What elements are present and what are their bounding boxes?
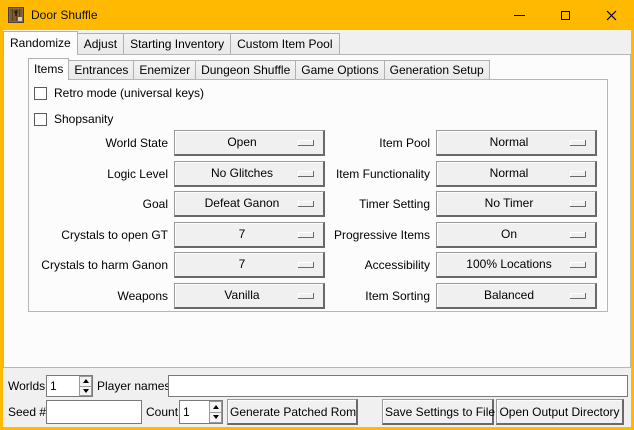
accessibility-dropdown[interactable]: 100% Locations bbox=[436, 252, 597, 278]
seed-input[interactable] bbox=[46, 400, 142, 424]
tab-custom-item-pool[interactable]: Custom Item Pool bbox=[230, 33, 339, 54]
tab-game-options[interactable]: Game Options bbox=[295, 60, 384, 79]
dropdown-indicator-icon bbox=[570, 293, 586, 299]
crystals-harm-ganon-label: Crystals to harm Ganon bbox=[30, 258, 168, 272]
worlds-spinbox[interactable] bbox=[46, 375, 93, 397]
tab-randomize[interactable]: Randomize bbox=[3, 31, 78, 55]
close-icon[interactable] bbox=[588, 0, 634, 30]
goal-label: Goal bbox=[30, 197, 168, 211]
dropdown-indicator-icon bbox=[570, 171, 586, 177]
app-door-icon bbox=[8, 7, 24, 23]
dropdown-indicator-icon bbox=[570, 262, 586, 268]
tab-adjust[interactable]: Adjust bbox=[77, 33, 124, 54]
item-pool-label: Item Pool bbox=[320, 136, 430, 150]
open-output-directory-button[interactable]: Open Output Directory bbox=[496, 399, 624, 425]
world-state-dropdown[interactable]: Open bbox=[174, 130, 325, 156]
item-sorting-dropdown[interactable]: Balanced bbox=[436, 283, 597, 309]
count-value-input[interactable] bbox=[180, 401, 208, 423]
generate-patched-rom-button[interactable]: Generate Patched Rom bbox=[227, 399, 358, 425]
dropdown-indicator-icon bbox=[298, 171, 314, 177]
maximize-icon[interactable] bbox=[542, 0, 588, 30]
accessibility-label: Accessibility bbox=[320, 258, 430, 272]
main-tab-strip: Randomize Adjust Starting Inventory Cust… bbox=[3, 30, 339, 54]
checkbox-box-icon[interactable] bbox=[34, 87, 47, 100]
checkbox-box-icon[interactable] bbox=[34, 113, 47, 126]
item-pool-dropdown[interactable]: Normal bbox=[436, 130, 597, 156]
dropdown-indicator-icon bbox=[570, 140, 586, 146]
tab-starting-inventory[interactable]: Starting Inventory bbox=[123, 33, 231, 54]
dropdown-indicator-icon bbox=[298, 262, 314, 268]
app-window: Door Shuffle Randomize Adjust Starting I… bbox=[0, 0, 634, 430]
shopsanity-label: Shopsanity bbox=[54, 112, 113, 126]
world-state-label: World State bbox=[30, 136, 168, 150]
dropdown-indicator-icon bbox=[298, 140, 314, 146]
dropdown-indicator-icon bbox=[570, 201, 586, 207]
title-bar: Door Shuffle bbox=[0, 0, 634, 30]
timer-setting-dropdown[interactable]: No Timer bbox=[436, 191, 597, 217]
sub-tab-strip: Items Entrances Enemizer Dungeon Shuffle… bbox=[28, 57, 489, 79]
progressive-items-label: Progressive Items bbox=[320, 228, 430, 242]
logic-level-label: Logic Level bbox=[30, 167, 168, 181]
dropdown-indicator-icon bbox=[298, 201, 314, 207]
tab-enemizer[interactable]: Enemizer bbox=[133, 60, 196, 79]
tab-dungeon-shuffle[interactable]: Dungeon Shuffle bbox=[195, 60, 296, 79]
timer-setting-label: Timer Setting bbox=[320, 197, 430, 211]
dropdown-indicator-icon bbox=[298, 293, 314, 299]
player-names-label: Player names bbox=[97, 375, 170, 397]
retro-mode-checkbox[interactable]: Retro mode (universal keys) bbox=[34, 86, 204, 100]
shopsanity-checkbox[interactable]: Shopsanity bbox=[34, 112, 113, 126]
crystals-harm-ganon-dropdown[interactable]: 7 bbox=[174, 252, 325, 278]
tab-entrances[interactable]: Entrances bbox=[68, 60, 134, 79]
goal-dropdown[interactable]: Defeat Ganon bbox=[174, 191, 325, 217]
tab-items[interactable]: Items bbox=[28, 58, 69, 80]
crystals-open-gt-label: Crystals to open GT bbox=[30, 228, 168, 242]
worlds-value-input[interactable] bbox=[47, 376, 78, 396]
weapons-dropdown[interactable]: Vanilla bbox=[174, 283, 325, 309]
player-names-input[interactable] bbox=[168, 375, 628, 397]
spinner-arrows bbox=[209, 401, 222, 423]
dropdown-indicator-icon bbox=[570, 232, 586, 238]
minimize-icon[interactable] bbox=[496, 0, 542, 30]
seed-label: Seed # bbox=[8, 400, 46, 424]
crystals-open-gt-dropdown[interactable]: 7 bbox=[174, 222, 325, 248]
logic-level-dropdown[interactable]: No Glitches bbox=[174, 161, 325, 187]
retro-mode-label: Retro mode (universal keys) bbox=[54, 86, 204, 100]
worlds-label: Worlds bbox=[8, 375, 45, 397]
window-title: Door Shuffle bbox=[31, 0, 98, 30]
item-sorting-label: Item Sorting bbox=[320, 289, 430, 303]
spin-down-icon[interactable] bbox=[79, 386, 92, 397]
save-settings-button[interactable]: Save Settings to File bbox=[382, 399, 494, 425]
item-functionality-dropdown[interactable]: Normal bbox=[436, 161, 597, 187]
weapons-label: Weapons bbox=[30, 289, 168, 303]
dropdown-indicator-icon bbox=[298, 232, 314, 238]
count-label: Count bbox=[146, 400, 178, 424]
progressive-items-dropdown[interactable]: On bbox=[436, 222, 597, 248]
spin-down-icon[interactable] bbox=[209, 412, 222, 424]
item-functionality-label: Item Functionality bbox=[320, 167, 430, 181]
count-spinbox[interactable] bbox=[179, 400, 223, 424]
spinner-arrows bbox=[79, 376, 92, 396]
tab-generation-setup[interactable]: Generation Setup bbox=[384, 60, 490, 79]
